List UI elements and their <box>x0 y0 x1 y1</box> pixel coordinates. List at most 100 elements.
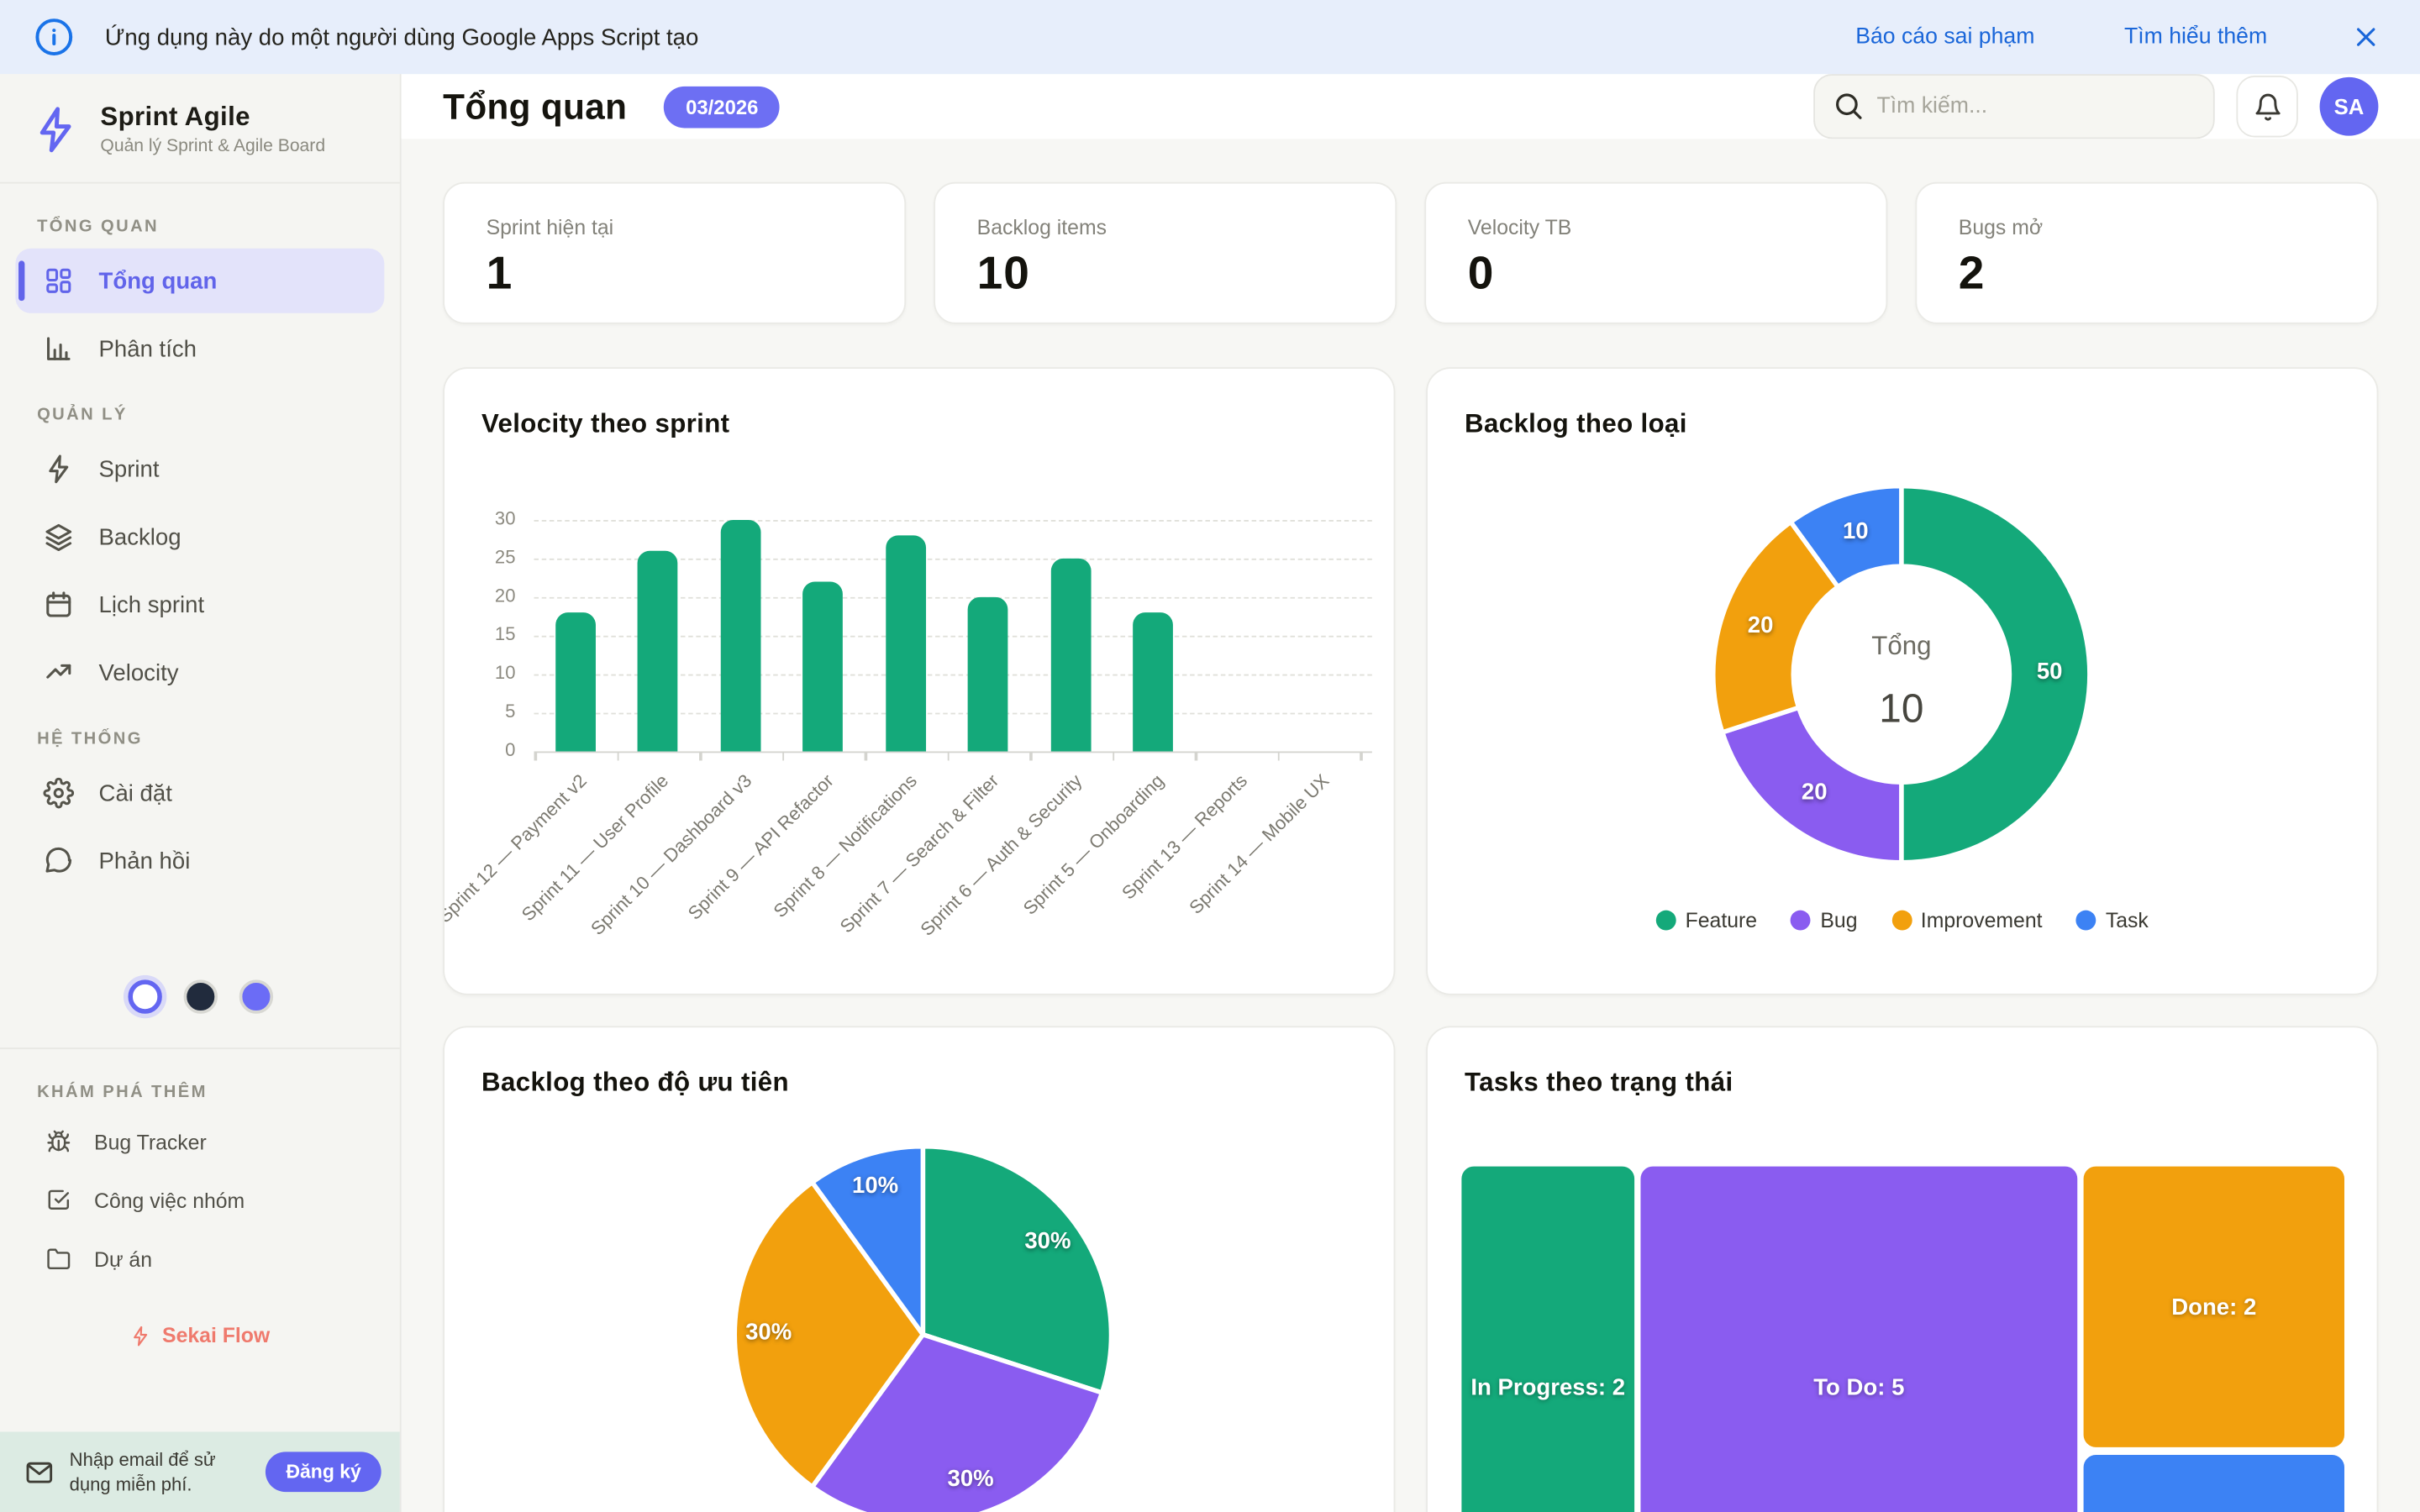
treemap-block-in-progress: In Progress: 2 <box>1461 1166 1635 1512</box>
legend-label: Bug <box>1820 908 1858 932</box>
stat-value: 2 <box>1958 248 1986 300</box>
xtick <box>1194 751 1197 761</box>
theme-switcher <box>0 979 400 1014</box>
sidebar-item-label: Dự án <box>94 1247 153 1271</box>
search-icon <box>1832 90 1865 130</box>
header: Tổng quan 03/2026 SA <box>401 74 2420 139</box>
treemap-block-to-do: To Do: 5 <box>1640 1166 2078 1512</box>
stat-value: 1 <box>486 248 513 300</box>
dashboard-grid-icon <box>43 265 74 297</box>
bolt-icon <box>43 454 74 485</box>
backlog-priority-chart-card: Backlog theo độ ưu tiên 30% 30% 30% 10% <box>443 1026 1396 1512</box>
sidebar-item-analytics[interactable]: Phân tích <box>15 317 384 381</box>
ytick: 30 <box>494 507 516 529</box>
gear-icon <box>43 777 75 809</box>
xtick <box>864 751 867 761</box>
legend-label: Improvement <box>1920 908 2043 932</box>
sidebar-item-settings[interactable]: Cài đặt <box>15 761 384 826</box>
banner-close-icon[interactable] <box>2350 22 2381 53</box>
treemap-label: In Progress: 2 <box>1470 1374 1626 1401</box>
donut-slice-value: 20 <box>1801 778 1828 806</box>
chat-bubble-icon <box>43 846 74 877</box>
bar-chart-icon <box>43 333 74 365</box>
bar <box>968 596 1008 752</box>
avatar[interactable]: SA <box>2319 76 2379 136</box>
xtick <box>946 751 950 761</box>
calendar-icon <box>43 590 74 621</box>
trending-up-icon <box>43 657 74 688</box>
section-label-manage: QUẢN LÝ <box>37 406 128 425</box>
banner-message: Ứng dụng này do một người dùng Google Ap… <box>104 24 699 50</box>
donut-slice-value: 10 <box>1842 517 1869 544</box>
legend-item-feature: Feature <box>1655 909 1757 932</box>
donut-slice-value: 50 <box>2036 659 2063 685</box>
layers-icon <box>43 522 74 553</box>
report-abuse-link[interactable]: Báo cáo sai phạm <box>1855 24 2034 49</box>
xtick <box>534 751 537 761</box>
email-signup-panel: Nhập email để sử dụng miễn phí. Đăng ký <box>0 1431 400 1512</box>
backlog-type-chart-card: Backlog theo loại 50 20 20 10 Tổng 10 Featu… <box>1426 367 2379 995</box>
sidebar-item-overview[interactable]: Tổng quan <box>15 248 385 313</box>
sidebar-item-velocity[interactable]: Velocity <box>15 640 384 705</box>
app-subtitle: Quản lý Sprint & Agile Board <box>100 137 326 156</box>
xtick <box>1360 751 1362 761</box>
donut-center-value: 10 <box>1879 685 1924 732</box>
sidebar-item-feedback[interactable]: Phản hồi <box>15 828 384 893</box>
legend-label: Task <box>2105 908 2149 932</box>
sidebar-item-label: Velocity <box>98 659 179 686</box>
treemap-block-partial <box>2083 1455 2344 1512</box>
section-label-system: HỆ THỐNG <box>37 729 143 748</box>
xtick <box>1112 751 1115 761</box>
sekai-flow-link[interactable]: Sekai Flow <box>0 1324 400 1347</box>
sidebar-item-backlog[interactable]: Backlog <box>15 505 384 570</box>
velocity-bar-chart: 0 5 10 15 20 25 30 Sprint 12 — Payment v2 Sprint… <box>445 369 1394 994</box>
bug-icon <box>46 1129 71 1153</box>
velocity-chart-card: Velocity theo sprint 0 5 10 15 20 25 30 Sprint … <box>443 367 1396 995</box>
legend-dot <box>1791 910 1812 931</box>
apps-script-banner: Ứng dụng này do một người dùng Google Ap… <box>0 0 2420 75</box>
sidebar-item-label: Backlog <box>98 523 182 550</box>
sidebar-item-team-tasks[interactable]: Công việc nhóm <box>15 1173 384 1228</box>
stat-card-current-sprint: Sprint hiện tại 1 <box>443 181 907 324</box>
task-status-chart-card: Tasks theo trạng thái In Progress: 2 To … <box>1426 1026 2379 1512</box>
sidebar-item-sprint-calendar[interactable]: Lịch sprint <box>15 572 384 637</box>
axis-line <box>534 751 1372 753</box>
search-input[interactable] <box>1813 74 2215 139</box>
legend-dot <box>1655 910 1676 931</box>
stat-label: Bugs mở <box>1958 216 2044 239</box>
theme-dark-button[interactable] <box>182 979 218 1014</box>
xtick <box>781 751 785 761</box>
sidebar-item-label: Phản hồi <box>98 848 191 874</box>
bar <box>720 519 761 752</box>
treemap-block-done: Done: 2 <box>2083 1166 2344 1447</box>
xtick <box>616 751 619 761</box>
ytick: 5 <box>505 700 516 722</box>
sidebar-item-label: Phân tích <box>98 335 197 362</box>
stat-label: Velocity TB <box>1467 216 1572 239</box>
ytick: 0 <box>505 738 516 761</box>
theme-light-button[interactable] <box>127 979 161 1014</box>
stat-card-avg-velocity: Velocity TB 0 <box>1424 181 1888 324</box>
section-label-explore: KHÁM PHÁ THÊM <box>37 1083 208 1102</box>
notifications-button[interactable] <box>2236 75 2298 138</box>
sidebar-item-sprint[interactable]: Sprint <box>15 437 384 501</box>
sidebar-item-label: Lịch sprint <box>98 591 205 618</box>
theme-indigo-button[interactable] <box>238 979 273 1014</box>
promo-brand-label: Sekai Flow <box>162 1323 271 1347</box>
ytick: 10 <box>494 661 516 684</box>
sidebar-item-projects[interactable]: Dự án <box>15 1231 384 1287</box>
xtick <box>699 751 702 761</box>
chart-title: Backlog theo độ ưu tiên <box>481 1068 789 1097</box>
sidebar-item-label: Sprint <box>98 455 160 482</box>
legend-item-task: Task <box>2075 908 2149 932</box>
stat-value: 10 <box>976 248 1030 300</box>
signup-button[interactable]: Đăng ký <box>266 1452 381 1493</box>
pie-slice-value: 30% <box>947 1466 994 1493</box>
stat-value: 0 <box>1467 248 1495 300</box>
learn-more-link[interactable]: Tìm hiểu thêm <box>2124 24 2267 49</box>
sidebar-item-bug-tracker[interactable]: Bug Tracker <box>15 1114 384 1169</box>
app-brand: Sprint Agile Quản lý Sprint & Agile Boar… <box>0 74 400 184</box>
bolt-logo-icon <box>31 104 81 154</box>
donut-legend: Feature Bug Improvement Task <box>1428 909 2377 932</box>
xtick <box>1276 751 1280 761</box>
